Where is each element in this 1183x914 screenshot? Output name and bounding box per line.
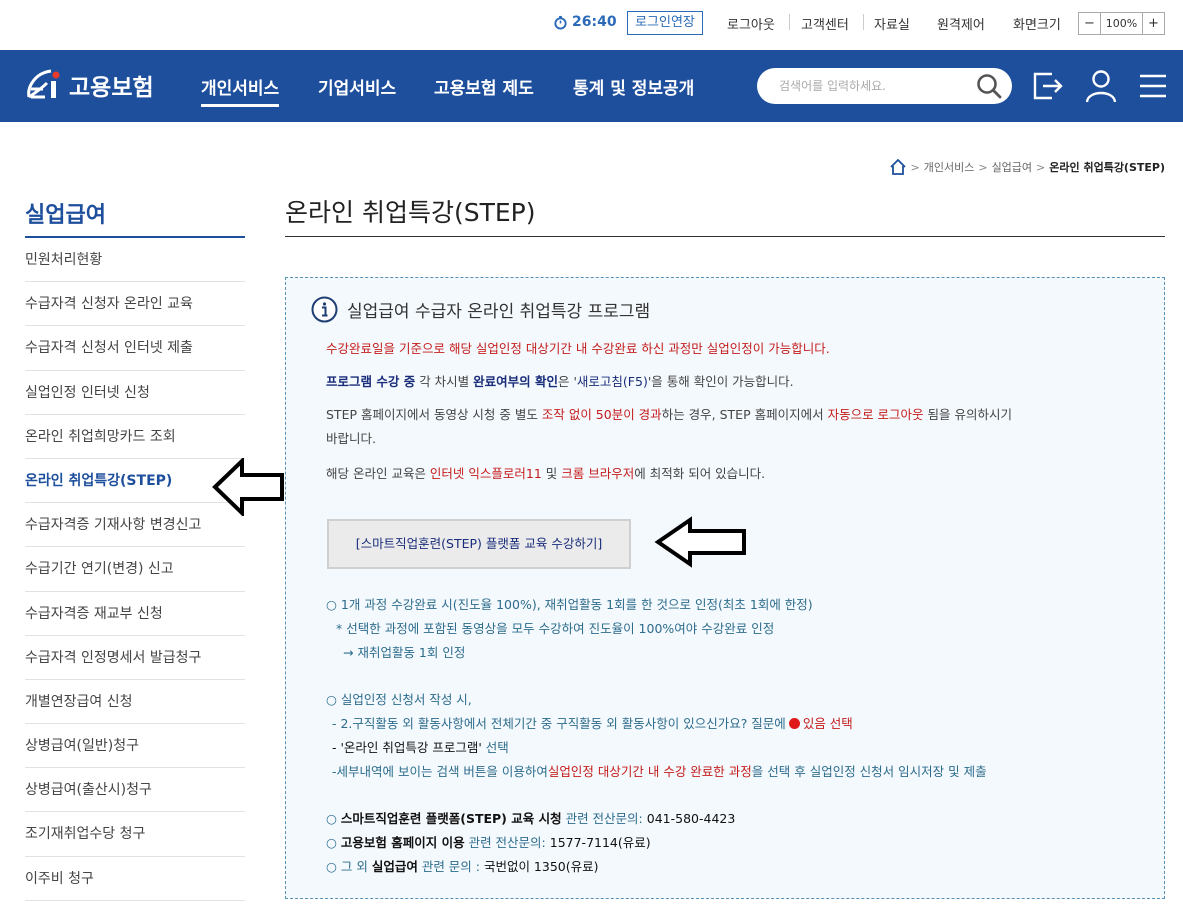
rule-line: -세부내역에 보이는 검색 버튼을 이용하여실업인정 대상기간 내 수강 완료한… <box>332 764 987 779</box>
side-menu-item[interactable]: 수급자격 신청서 인터넷 제출 <box>25 326 245 371</box>
ei-logo-icon <box>27 69 60 99</box>
title-divider <box>285 236 1165 237</box>
chevron-right-icon: > <box>978 160 988 174</box>
rule-line: ○ 실업인정 신청서 작성 시, <box>326 692 472 707</box>
side-menu: 민원처리현황 수급자격 신청자 온라인 교육 수급자격 신청서 인터넷 제출 실… <box>25 238 245 901</box>
contact-line: ○ 스마트직업훈련 플랫폼(STEP) 교육 시청 관련 전산문의: 041-5… <box>326 811 736 826</box>
search-icon[interactable] <box>976 73 1002 99</box>
search-input[interactable] <box>757 68 972 104</box>
breadcrumb: > 개인서비스 > 실업급여 > 온라인 취업특강(STEP) <box>889 158 1165 176</box>
rule-line: * 선택한 과정에 포함된 동영상을 모두 수강하여 진도율이 100%여야 수… <box>336 621 775 636</box>
logout-icon[interactable] <box>1030 68 1064 104</box>
site-logo[interactable]: 고용보험 <box>25 67 154 103</box>
side-menu-item[interactable]: 민원처리현황 <box>25 238 245 283</box>
logout-link[interactable]: 로그아웃 <box>727 14 775 33</box>
side-menu-item[interactable]: 수급기간 연기(변경) 신고 <box>25 547 245 592</box>
zoom-out-button[interactable]: − <box>1079 13 1100 34</box>
nav-statistics[interactable]: 통계 및 정보공개 <box>573 74 694 99</box>
util-divider <box>789 14 790 30</box>
rule-line: - 2.구직활동 외 활동사항에서 전체기간 중 구직활동 외 활동사항이 있으… <box>332 716 853 731</box>
notice-refresh: 프로그램 수강 중 각 차시별 완료여부의 확인은 '새로고침(F5)'을 통해… <box>326 374 794 389</box>
home-icon[interactable] <box>889 158 907 176</box>
rule-line: - '온라인 취업특강 프로그램' 선택 <box>332 740 509 755</box>
user-icon[interactable] <box>1084 68 1118 104</box>
session-timer: 26:40 <box>553 14 617 30</box>
breadcrumb-current: 온라인 취업특강(STEP) <box>1049 161 1165 174</box>
info-box-title: 실업급여 수급자 온라인 취업특강 프로그램 <box>347 302 651 322</box>
side-menu-item[interactable]: 개별연장급여 신청 <box>25 680 245 725</box>
side-menu-item[interactable]: 이주비 청구 <box>25 857 245 901</box>
contact-line: ○ 고용보험 홈페이지 이용 관련 전산문의: 1577-7114(유료) <box>326 835 651 850</box>
notice-browser: 해당 온라인 교육은 인터넷 익스플로러11 및 크롬 브라우저에 최적화 되어… <box>326 466 766 481</box>
chevron-right-icon: > <box>910 160 920 174</box>
notice-completion: 수강완료일을 기준으로 해당 실업인정 대상기간 내 수강완료 하신 과정만 실… <box>326 341 830 356</box>
stopwatch-icon <box>554 15 567 30</box>
info-box: 실업급여 수급자 온라인 취업특강 프로그램 수강완료일을 기준으로 해당 실업… <box>285 277 1165 899</box>
breadcrumb-item[interactable]: 개인서비스 <box>924 159 975 175</box>
nav-business-service[interactable]: 기업서비스 <box>318 74 396 99</box>
lnb-title: 실업급여 <box>25 203 106 228</box>
main-header: 고용보험 개인서비스 기업서비스 고용보험 제도 통계 및 정보공개 <box>0 50 1183 122</box>
breadcrumb-item[interactable]: 실업급여 <box>992 159 1032 175</box>
side-menu-item[interactable]: 수급자격 인정명세서 발급청구 <box>25 636 245 680</box>
page-title: 온라인 취업특강(STEP) <box>285 198 536 227</box>
side-menu-item[interactable]: 온라인 취업희망카드 조회 <box>25 415 245 459</box>
side-menu-item[interactable]: 수급자격증 재교부 신청 <box>25 592 245 636</box>
logo-text: 고용보험 <box>69 74 154 100</box>
resources-link[interactable]: 자료실 <box>874 14 910 33</box>
red-dot-icon <box>788 718 800 729</box>
zoom-value: 100% <box>1100 13 1143 34</box>
left-arrow-annotation-icon <box>212 458 284 516</box>
side-menu-item[interactable]: 상병급여(출산시)청구 <box>25 768 245 813</box>
search-box <box>757 68 1012 104</box>
customer-center-link[interactable]: 고객센터 <box>801 14 849 33</box>
nav-insurance-system[interactable]: 고용보험 제도 <box>434 74 534 99</box>
info-box-header: 실업급여 수급자 온라인 취업특강 프로그램 <box>311 296 650 323</box>
notice-auto-logout: STEP 홈페이지에서 동영상 시청 중 별도 조작 없이 50분이 경과하는 … <box>326 407 1012 446</box>
screen-size-label: 화면크기 <box>1013 18 1061 33</box>
nav-personal-service[interactable]: 개인서비스 <box>201 74 280 107</box>
side-menu-item[interactable]: 수급자격 신청자 온라인 교육 <box>25 282 245 327</box>
chevron-right-icon: > <box>1036 160 1046 174</box>
rule-line: ○ 1개 과정 수강완료 시(진도율 100%), 재취업활동 1회를 한 것으… <box>326 597 813 612</box>
utility-bar: 26:40 로그인연장 로그아웃 고객센터 자료실 원격제어 화면크기 − 10… <box>0 0 1183 50</box>
util-divider <box>863 14 864 30</box>
side-menu-item[interactable]: 상병급여(일반)청구 <box>25 724 245 769</box>
timer-value: 26:40 <box>572 14 617 30</box>
left-arrow-annotation-icon <box>654 516 746 568</box>
menu-icon[interactable] <box>1138 68 1172 104</box>
remote-control-link[interactable]: 원격제어 <box>937 14 985 33</box>
contact-line: ○ 그 외 실업급여 관련 문의 : 국번없이 1350(유료) <box>326 859 599 874</box>
zoom-in-button[interactable]: + <box>1143 13 1164 34</box>
side-menu-item[interactable]: 실업인정 인터넷 신청 <box>25 371 245 415</box>
info-icon <box>311 296 338 323</box>
rule-line: → 재취업활동 1회 인정 <box>343 645 466 660</box>
step-course-button[interactable]: [스마트직업훈련(STEP) 플랫폼 교육 수강하기] <box>327 519 631 569</box>
login-extend-button[interactable]: 로그인연장 <box>627 11 703 35</box>
zoom-control: − 100% + <box>1078 12 1165 35</box>
side-menu-item[interactable]: 조기재취업수당 청구 <box>25 812 245 857</box>
